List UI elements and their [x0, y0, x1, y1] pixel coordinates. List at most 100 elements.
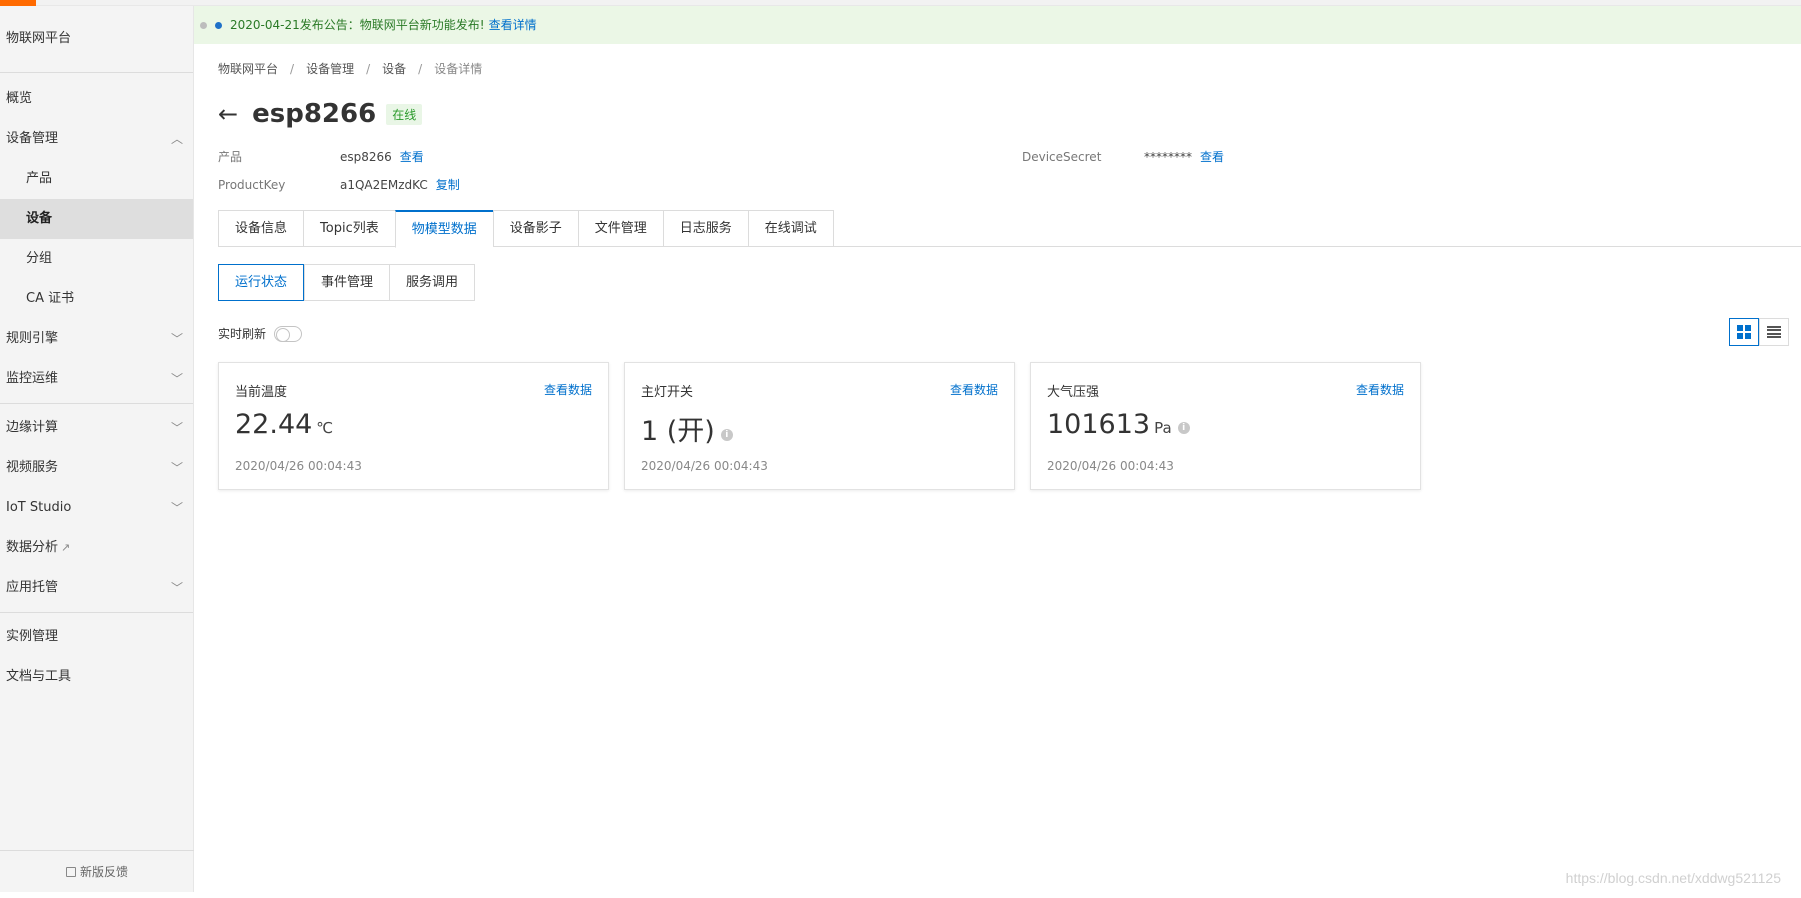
tab-online-debug[interactable]: 在线调试: [747, 210, 834, 247]
realtime-refresh: 实时刷新: [218, 325, 303, 342]
productkey-row: ProductKey a1QA2EMzdKC 复制: [218, 176, 460, 193]
chevron-down-icon: ﹀: [170, 372, 183, 386]
sidebar-item-device[interactable]: 设备: [0, 199, 193, 239]
chevron-down-icon: ﹀: [170, 501, 183, 515]
sidebar-item-instances[interactable]: 实例管理: [0, 617, 193, 657]
sidebar-divider: [0, 612, 193, 613]
feedback-button[interactable]: 新版反馈: [0, 850, 194, 892]
card-value: 1 (开) i: [641, 409, 733, 448]
breadcrumb-item[interactable]: 设备: [382, 62, 406, 76]
sidebar-item-label: IoT Studio: [6, 500, 72, 515]
sidebar-item-label: 实例管理: [6, 629, 59, 644]
subtab-event-management[interactable]: 事件管理: [304, 264, 390, 301]
sidebar-item-ca-cert[interactable]: CA 证书: [0, 279, 193, 319]
announcement-bar: 2020-04-21发布公告：物联网平台新功能发布! 查看详情: [194, 6, 1801, 44]
sidebar-item-label: 监控运维: [6, 371, 59, 386]
breadcrumb: 物联网平台 / 设备管理 / 设备 / 设备详情: [218, 62, 483, 76]
sidebar: 物联网平台 概览 设备管理 ︿ 产品 设备 分组 CA 证书 规则引擎 ﹀ 监控运维…: [0, 6, 194, 892]
sidebar-item-rule-engine[interactable]: 规则引擎 ﹀: [0, 319, 193, 359]
sidebar-item-product[interactable]: 产品: [0, 159, 193, 199]
announcement-link[interactable]: 查看详情: [489, 18, 537, 32]
card-title: 当前温度: [235, 385, 288, 400]
card-timestamp: 2020/04/26 00:04:43: [235, 459, 362, 473]
view-switcher: [1729, 318, 1789, 346]
page-title: esp8266: [252, 99, 377, 129]
sidebar-item-label: CA 证书: [26, 291, 75, 306]
sidebar-item-label: 规则引擎: [6, 331, 59, 346]
feedback-label: 新版反馈: [79, 865, 128, 879]
carousel-dot-active-icon[interactable]: [215, 22, 222, 29]
tab-device-info[interactable]: 设备信息: [218, 210, 304, 247]
breadcrumb-item[interactable]: 物联网平台: [218, 62, 278, 76]
chevron-down-icon: ﹀: [170, 421, 183, 435]
sidebar-item-overview[interactable]: 概览: [0, 79, 193, 119]
card-title: 主灯开关: [641, 385, 694, 400]
chevron-down-icon: ﹀: [170, 332, 183, 346]
subtab-bar: 运行状态 事件管理 服务调用: [218, 264, 476, 301]
sidebar-item-app-hosting[interactable]: 应用托管 ﹀: [0, 568, 193, 608]
status-badge: 在线: [386, 103, 423, 125]
list-view-button[interactable]: [1759, 318, 1789, 346]
chevron-up-icon: ︿: [170, 132, 183, 146]
tab-thing-model-data[interactable]: 物模型数据: [394, 210, 493, 248]
subtab-service-call[interactable]: 服务调用: [389, 264, 476, 301]
grid-view-button[interactable]: [1729, 318, 1759, 346]
breadcrumb-item[interactable]: 设备管理: [306, 62, 354, 76]
sidebar-item-label: 设备: [26, 211, 53, 226]
card-timestamp: 2020/04/26 00:04:43: [641, 459, 768, 473]
sidebar-item-label: 分组: [26, 251, 53, 266]
sidebar-item-label: 边缘计算: [6, 420, 59, 435]
announcement-text: 2020-04-21发布公告：物联网平台新功能发布!: [230, 18, 485, 32]
sidebar-item-label: 产品: [26, 171, 53, 186]
tab-file-management[interactable]: 文件管理: [577, 210, 663, 247]
view-data-link[interactable]: 查看数据: [1356, 381, 1404, 398]
sidebar-item-monitoring[interactable]: 监控运维 ﹀: [0, 359, 193, 399]
external-link-icon: ↗: [61, 541, 71, 554]
sidebar-item-docs-tools[interactable]: 文档与工具: [0, 657, 193, 697]
card-unit: Pa: [1154, 419, 1172, 437]
realtime-refresh-toggle[interactable]: [274, 325, 303, 342]
productkey-copy-link[interactable]: 复制: [436, 178, 460, 192]
sidebar-divider: [0, 403, 193, 404]
sidebar-item-iot-studio[interactable]: IoT Studio ﹀: [0, 488, 193, 528]
secret-label: DeviceSecret: [1022, 150, 1102, 164]
sidebar-item-label: 数据分析: [6, 540, 59, 555]
sidebar-item-device-management[interactable]: 设备管理 ︿: [0, 119, 193, 159]
secret-view-link[interactable]: 查看: [1200, 150, 1224, 164]
page-header: ← esp8266 在线: [218, 96, 423, 132]
watermark: https://blog.csdn.net/xddwg521125: [1565, 870, 1781, 886]
productkey-value: a1QA2EMzdKC: [340, 178, 428, 192]
view-data-link[interactable]: 查看数据: [544, 381, 592, 398]
tab-topic-list[interactable]: Topic列表: [303, 210, 395, 247]
sidebar-item-label: 文档与工具: [6, 669, 72, 684]
property-card-pressure: 大气压强 查看数据 101613 Pa i 2020/04/26 00:04:43: [1030, 362, 1421, 490]
sidebar-item-group[interactable]: 分组: [0, 239, 193, 279]
info-icon[interactable]: i: [1177, 422, 1190, 434]
carousel-dot-icon[interactable]: [200, 22, 207, 29]
product-value: esp8266: [340, 150, 392, 164]
main-content: 物联网平台 / 设备管理 / 设备 / 设备详情 ← esp8266 在线 产品 esp826…: [194, 44, 1801, 894]
realtime-refresh-label: 实时刷新: [218, 327, 267, 341]
tab-device-shadow[interactable]: 设备影子: [492, 210, 578, 247]
tab-log-service[interactable]: 日志服务: [662, 210, 748, 247]
sidebar-title[interactable]: 物联网平台: [0, 6, 193, 73]
card-timestamp: 2020/04/26 00:04:43: [1047, 459, 1174, 473]
sidebar-item-data-analysis[interactable]: 数据分析 ↗: [0, 528, 193, 568]
product-view-link[interactable]: 查看: [400, 150, 424, 164]
card-title: 大气压强: [1047, 385, 1100, 400]
back-arrow-icon[interactable]: ←: [218, 100, 238, 128]
product-row: 产品 esp8266 查看: [218, 148, 424, 165]
info-icon[interactable]: i: [720, 429, 733, 441]
card-value: 101613 Pa i: [1047, 409, 1190, 440]
chevron-down-icon: ﹀: [170, 581, 183, 595]
sidebar-item-video[interactable]: 视频服务 ﹀: [0, 448, 193, 488]
breadcrumb-current: 设备详情: [434, 62, 483, 76]
product-label: 产品: [218, 150, 243, 164]
sidebar-item-label: 设备管理: [6, 131, 59, 146]
property-card-temperature: 当前温度 查看数据 22.44 ℃ 2020/04/26 00:04:43: [218, 362, 609, 490]
view-data-link[interactable]: 查看数据: [950, 381, 998, 398]
sidebar-item-edge-computing[interactable]: 边缘计算 ﹀: [0, 408, 193, 448]
sidebar-item-label: 视频服务: [6, 460, 59, 475]
subtab-running-status[interactable]: 运行状态: [218, 264, 305, 301]
property-card-light-switch: 主灯开关 查看数据 1 (开) i 2020/04/26 00:04:43: [624, 362, 1015, 490]
